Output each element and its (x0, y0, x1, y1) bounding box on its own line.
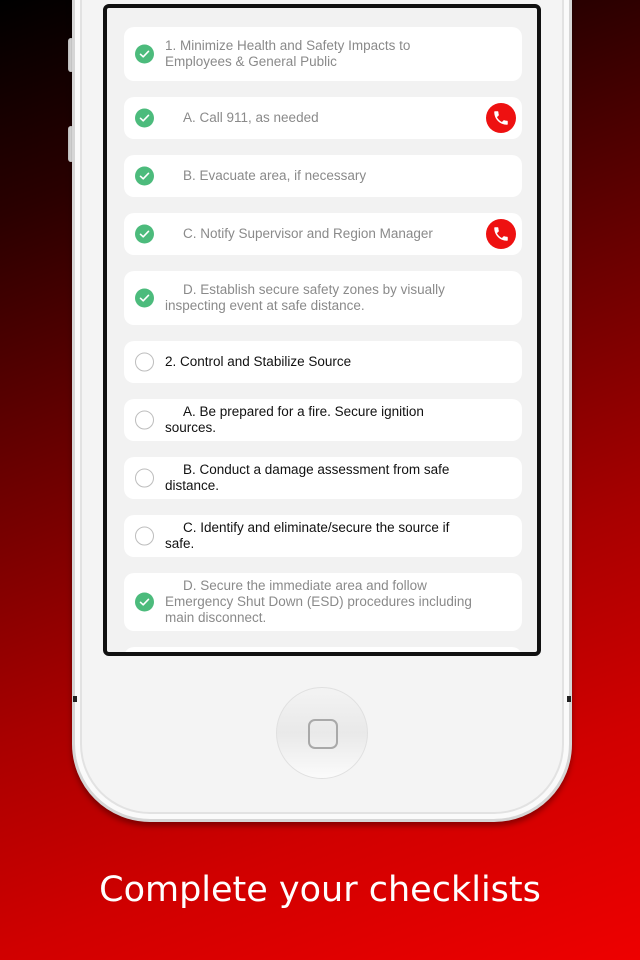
checkbox-unchecked-icon[interactable] (135, 468, 154, 488)
checklist: 1. Minimize Health and Safety Impacts to… (124, 27, 522, 652)
phone-edge-mark (73, 696, 77, 702)
checklist-item-label: A. Call 911, as needed (183, 110, 319, 125)
checklist-item-label: C. Notify Supervisor and Region Manager (183, 226, 433, 241)
checklist-item[interactable]: C. Identify and eliminate/secure the sou… (124, 515, 522, 557)
checkbox-checked-icon[interactable] (135, 44, 154, 64)
phone-icon (494, 111, 508, 125)
checkbox-unchecked-icon[interactable] (135, 526, 154, 546)
checklist-item[interactable]: B. Conduct a damage assessment from safe… (124, 457, 522, 499)
checklist-item[interactable]: D. Secure the immediate area and follow … (124, 573, 522, 631)
checklist-item[interactable]: C. Notify Supervisor and Region Manager (124, 213, 522, 255)
checklist-item-label: A. Be prepared for a fire. Secure igniti… (165, 404, 424, 435)
home-square-icon (308, 719, 338, 749)
checklist-item-label: 1. Minimize Health and Safety Impacts to… (165, 38, 411, 69)
home-button[interactable] (276, 687, 368, 779)
checkbox-checked-icon[interactable] (135, 288, 154, 308)
checkbox-checked-icon[interactable] (135, 166, 154, 186)
checklist-item[interactable]: D. Establish secure safety zones by visu… (124, 271, 522, 325)
checklist-item-label: B. Evacuate area, if necessary (183, 168, 367, 183)
checklist-item-label: D. Secure the immediate area and follow … (165, 578, 472, 625)
checkbox-unchecked-icon[interactable] (135, 352, 154, 372)
checklist-item[interactable]: A. Be prepared for a fire. Secure igniti… (124, 399, 522, 441)
checklist-item[interactable]: 2. Control and Stabilize Source (124, 341, 522, 383)
checkbox-checked-icon[interactable] (135, 224, 154, 244)
checklist-item[interactable]: B. Evacuate area, if necessary (124, 155, 522, 197)
call-phone-button[interactable] (486, 219, 516, 249)
checkbox-checked-icon[interactable] (135, 108, 154, 128)
checklist-item-label: C. Identify and eliminate/secure the sou… (165, 520, 450, 551)
phone-icon (494, 227, 508, 241)
phone-edge-mark (567, 696, 571, 702)
checkbox-unchecked-icon[interactable] (135, 410, 154, 430)
checklist-item-label: B. Conduct a damage assessment from safe… (165, 462, 450, 493)
call-phone-button[interactable] (486, 103, 516, 133)
phone-screen: 1. Minimize Health and Safety Impacts to… (103, 4, 541, 656)
checkbox-checked-icon[interactable] (135, 592, 154, 612)
checklist-item-partial (124, 647, 522, 652)
checklist-item[interactable]: A. Call 911, as needed (124, 97, 522, 139)
caption-text: Complete your checklists (99, 870, 541, 910)
checklist-item[interactable]: 1. Minimize Health and Safety Impacts to… (124, 27, 522, 81)
checklist-item-label: D. Establish secure safety zones by visu… (165, 282, 445, 313)
checklist-item-label: 2. Control and Stabilize Source (165, 354, 352, 369)
